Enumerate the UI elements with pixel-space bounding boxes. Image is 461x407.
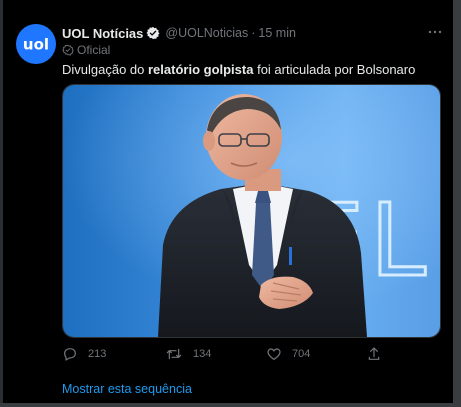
tweet-header: UOL Notícias @UOLNoticias · 15 min [62, 24, 296, 42]
tweet-text: Divulgação do relatório golpista foi art… [62, 62, 415, 77]
more-dots-icon[interactable] [426, 25, 444, 39]
politician-photo: ELE [63, 85, 440, 337]
retweet-count: 134 [193, 348, 212, 360]
separator-dot: · [251, 26, 256, 40]
share-icon [368, 347, 380, 360]
window-frame-right [453, 0, 461, 407]
reply-icon [64, 348, 76, 361]
author-name[interactable]: UOL Notícias [62, 26, 143, 41]
tweet-actions: 213 134 704 [62, 345, 442, 363]
timestamp[interactable]: 15 min [258, 26, 296, 40]
share-button[interactable] [367, 345, 391, 363]
heart-icon [267, 348, 281, 360]
tweet-text-start: Divulgação do [62, 62, 148, 77]
official-check-icon [62, 44, 74, 55]
window-frame-bottom [0, 403, 461, 407]
official-label: Oficial [62, 42, 110, 57]
official-text: Oficial [77, 42, 111, 57]
show-thread-link[interactable]: Mostrar esta sequência [62, 382, 192, 396]
verified-badge-icon [146, 26, 160, 40]
like-count: 704 [292, 348, 311, 360]
tweet-text-end: foi articulada por Bolsonaro [253, 62, 416, 77]
avatar[interactable]: uol [16, 24, 56, 64]
reply-button[interactable]: 213 [62, 345, 106, 363]
tweet-text-bold: relatório golpista [148, 62, 254, 77]
reply-count: 213 [88, 348, 107, 360]
svg-text:uol: uol [23, 36, 49, 54]
like-button[interactable]: 704 [266, 345, 310, 363]
tweet-card[interactable]: uol UOL Notícias @UOLNoticias · 15 min O… [3, 0, 453, 403]
uol-logo: uol [23, 36, 49, 54]
tweet-image[interactable]: ELE [62, 84, 441, 338]
author-handle[interactable]: @UOLNoticias [165, 26, 248, 40]
retweet-icon [166, 348, 182, 360]
retweet-button[interactable]: 134 [165, 345, 211, 363]
